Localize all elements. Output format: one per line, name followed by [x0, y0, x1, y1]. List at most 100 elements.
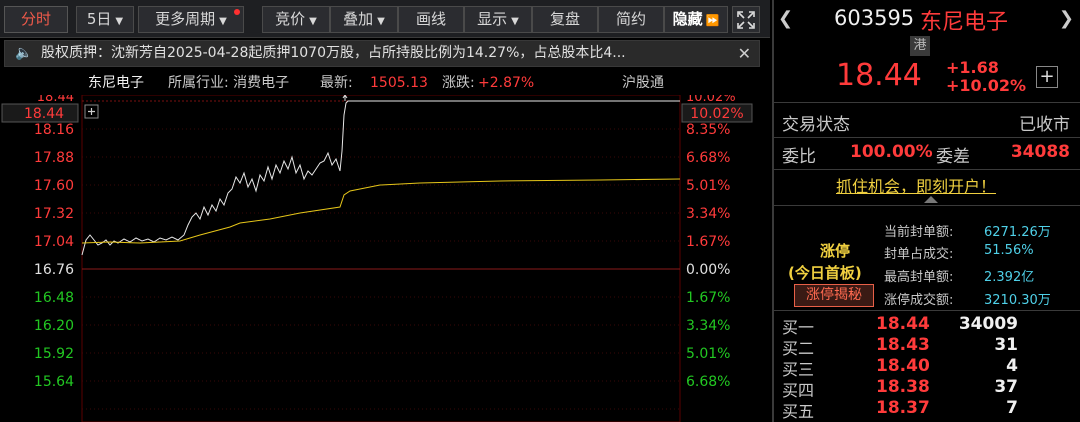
bid-volume: 37 — [994, 377, 1018, 397]
trade-status-label: 交易状态 — [782, 115, 850, 135]
price-tick-label: 18.16 — [34, 122, 74, 138]
stock-app: 分时 5日 ▼ 更多周期 ▼ 竞价 ▼ 叠加 ▼ 画线 显示 ▼ 复盘 简约 隐藏 ⏩ 🔈 … — [0, 0, 1080, 422]
index-change-value: +2.87% — [478, 75, 535, 91]
bid-row[interactable]: 买三 18.40 4 — [774, 356, 1080, 379]
bid-price: 18.37 — [876, 398, 930, 418]
limit-up-title: 涨停 — [820, 242, 851, 260]
stock-name: 东尼电子 — [920, 10, 1009, 35]
seal-amount-label: 当前封单额: — [884, 225, 954, 240]
max-seal-value: 2.392亿 — [984, 270, 1035, 285]
crosshair-pct-label: 10.02% — [690, 106, 743, 122]
pct-tick-label: 6.68% — [686, 150, 730, 166]
notice-text: 股权质押：沈新芳自2025-04-28起质押1070万股，占所持股比例为14.2… — [41, 45, 626, 61]
price-tick-label: 16.48 — [34, 290, 74, 306]
price-tick-label: 15.64 — [34, 374, 74, 390]
pct-tick-label: 3.34% — [686, 206, 730, 222]
chevron-down-icon: ▼ — [309, 16, 317, 27]
pct-tick-label: 5.01% — [686, 178, 730, 194]
top-pct-label: 10.02% — [686, 95, 736, 105]
chevron-down-icon: ▼ — [377, 16, 385, 27]
plus-icon — [88, 108, 95, 115]
intraday-chart-svg: 18.16 17.88 17.60 17.32 17.04 16.76 16.48 16.20… — [1, 90, 753, 422]
trade-status-value: 已收市 — [1019, 115, 1070, 135]
tab-replay[interactable]: 复盘 — [532, 6, 598, 33]
tab-more-periods[interactable]: 更多周期 ▼ — [138, 6, 244, 33]
industry-label[interactable]: 所属行业: 消费电子 — [168, 71, 289, 95]
limit-up-reveal-button[interactable]: 涨停揭秘 — [794, 284, 874, 307]
pct-tick-label: 1.67% — [686, 234, 730, 250]
seal-amount-value: 6271.26万 — [984, 225, 1051, 240]
price-tick-label: 16.20 — [34, 318, 74, 334]
bid-row[interactable]: 买二 18.43 31 — [774, 335, 1080, 358]
notification-dot — [234, 9, 240, 15]
current-price: 18.44 — [836, 58, 922, 93]
tab-auction[interactable]: 竞价 ▼ — [262, 6, 330, 33]
bid-volume: 4 — [1006, 356, 1018, 376]
prev-stock-icon[interactable]: ❮ — [778, 8, 793, 29]
stock-code: 603595 — [834, 6, 915, 30]
quote-panel: ❮ ❯ 603595 东尼电子 港 18.44 +1.68 +10.02% + … — [772, 0, 1080, 422]
pct-tick-label: 6.68% — [686, 374, 730, 390]
index-change-label: 涨跌: — [442, 75, 475, 91]
top-price-label: 18.44 — [37, 95, 74, 105]
bid-price: 18.44 — [876, 314, 930, 334]
pledge-notice-bar: 🔈 股权质押：沈新芳自2025-04-28起质押1070万股，占所持股比例为14… — [4, 40, 760, 67]
price-tick-label: 16.76 — [34, 262, 74, 278]
hk-connect-badge: 港 — [910, 36, 930, 56]
bid-price: 18.40 — [876, 356, 930, 376]
order-diff-label: 委差 — [936, 147, 970, 167]
seal-ratio-value: 51.56% — [984, 243, 1034, 258]
price-tick-label: 17.32 — [34, 206, 74, 222]
intraday-chart[interactable]: 18.16 17.88 17.60 17.32 17.04 16.76 16.48 16.20… — [0, 90, 770, 422]
crosshair-price-label: 18.44 — [24, 106, 64, 122]
speaker-icon: 🔈 — [15, 45, 33, 61]
price-change: +1.68 — [946, 58, 999, 77]
tab-overlay[interactable]: 叠加 ▼ — [330, 6, 398, 33]
bid-row[interactable]: 买五 18.37 7 — [774, 398, 1080, 421]
expand-icon — [737, 11, 755, 29]
plus-icon: + — [1039, 66, 1055, 87]
bid-price: 18.43 — [876, 335, 930, 355]
tab-simple[interactable]: 简约 — [598, 6, 664, 33]
index-latest-label: 最新: — [320, 75, 353, 91]
bid-level-label: 买五 — [782, 402, 815, 421]
pct-tick-label: 8.35% — [686, 122, 730, 138]
open-account-link[interactable]: 抓住机会，即刻开户！ — [836, 173, 996, 197]
bid-volume: 7 — [1006, 398, 1018, 418]
order-ratio-label: 委比 — [782, 147, 816, 167]
pct-tick-label: 5.01% — [686, 346, 730, 362]
tab-draw-line[interactable]: 画线 — [398, 6, 464, 33]
bid-price: 18.38 — [876, 377, 930, 397]
collapse-up-icon[interactable] — [924, 196, 938, 203]
tab-hide[interactable]: 隐藏 ⏩ — [664, 6, 728, 33]
order-ratio-value: 100.00% — [850, 142, 933, 162]
plot-frame — [81, 94, 681, 422]
limit-up-subtitle: (今日首板) — [788, 264, 862, 282]
stock-connect-label: 沪股通 — [622, 75, 664, 91]
period-toolbar: 分时 5日 ▼ 更多周期 ▼ 竞价 ▼ 叠加 ▼ 画线 显示 ▼ 复盘 简约 隐藏 ⏩ — [0, 0, 770, 38]
chevron-down-icon: ▼ — [511, 16, 519, 27]
bid-row[interactable]: 买四 18.38 37 — [774, 377, 1080, 400]
expand-button[interactable] — [732, 6, 760, 33]
bid-volume: 34009 — [958, 314, 1018, 334]
chevron-down-icon: ▼ — [219, 16, 227, 27]
tab-display[interactable]: 显示 ▼ — [464, 6, 532, 33]
price-tick-label: 17.60 — [34, 178, 74, 194]
chevron-down-icon: ▼ — [115, 16, 124, 27]
limit-turnover-label: 涨停成交额: — [884, 293, 954, 308]
seal-ratio-label: 封单占成交: — [884, 247, 954, 262]
bid-row[interactable]: 买一 18.44 34009 — [774, 314, 1080, 337]
add-watchlist-button[interactable]: + — [1036, 66, 1058, 88]
price-change-pct: +10.02% — [946, 76, 1027, 95]
cursor-arrow-icon — [342, 94, 348, 101]
tab-5day[interactable]: 5日 ▼ — [76, 6, 134, 33]
next-stock-icon[interactable]: ❯ — [1059, 8, 1074, 29]
tab-intraday[interactable]: 分时 — [4, 6, 68, 33]
pct-tick-label: 0.00% — [686, 262, 730, 278]
price-tick-label: 15.92 — [34, 346, 74, 362]
order-diff-value: 34088 — [1010, 142, 1070, 162]
bid-volume: 31 — [994, 335, 1018, 355]
max-seal-label: 最高封单额: — [884, 270, 954, 285]
price-tick-label: 17.04 — [34, 234, 74, 250]
close-notice-button[interactable]: ✕ — [738, 41, 751, 66]
